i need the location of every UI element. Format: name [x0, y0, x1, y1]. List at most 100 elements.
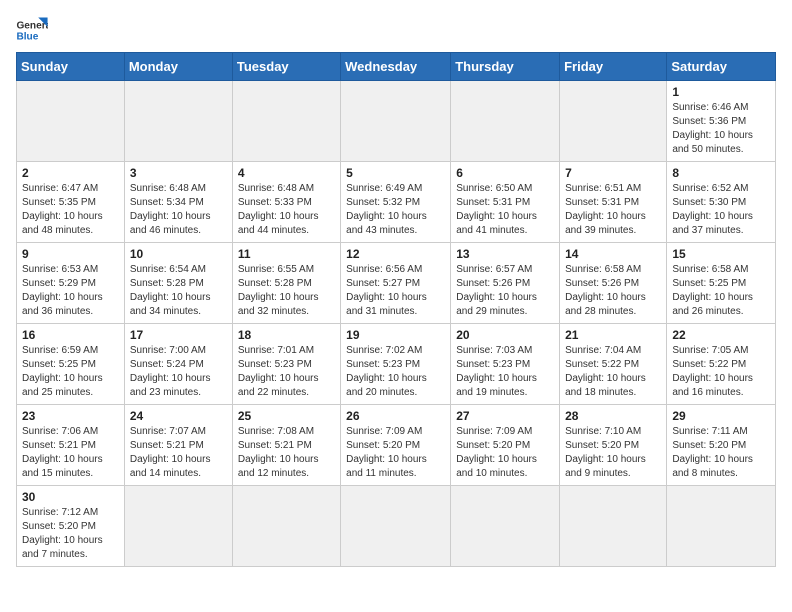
day-info: Sunrise: 7:00 AM Sunset: 5:24 PM Dayligh…: [130, 344, 228, 400]
calendar-cell: 17 Sunrise: 7:00 AM Sunset: 5:24 PM Dayli…: [124, 324, 232, 405]
calendar-cell: 30 Sunrise: 7:12 AM Sunset: 5:20 PM Dayli…: [17, 486, 125, 567]
day-info: Sunrise: 6:50 AM Sunset: 5:31 PM Dayligh…: [456, 182, 555, 238]
day-number: 30: [22, 490, 120, 504]
day-number: 17: [130, 328, 228, 342]
day-number: 1: [672, 85, 771, 99]
day-info: Sunrise: 6:52 AM Sunset: 5:30 PM Dayligh…: [672, 182, 771, 238]
column-header-wednesday: Wednesday: [341, 53, 451, 81]
day-number: 24: [130, 409, 228, 423]
calendar-cell: 25 Sunrise: 7:08 AM Sunset: 5:21 PM Dayli…: [232, 405, 340, 486]
calendar-cell: 21 Sunrise: 7:04 AM Sunset: 5:22 PM Dayli…: [560, 324, 667, 405]
calendar-week-0: 1 Sunrise: 6:46 AM Sunset: 5:36 PM Daylig…: [17, 81, 776, 162]
day-info: Sunrise: 6:48 AM Sunset: 5:33 PM Dayligh…: [238, 182, 336, 238]
calendar-cell: 2 Sunrise: 6:47 AM Sunset: 5:35 PM Daylig…: [17, 162, 125, 243]
column-header-sunday: Sunday: [17, 53, 125, 81]
calendar-cell: [124, 81, 232, 162]
calendar-cell: 28Sunrise: 7:10 AM Sunset: 5:20 PM Dayli…: [560, 405, 667, 486]
day-number: 10: [130, 247, 228, 261]
day-info: Sunrise: 6:46 AM Sunset: 5:36 PM Dayligh…: [672, 101, 771, 157]
day-number: 9: [22, 247, 120, 261]
day-info: Sunrise: 7:12 AM Sunset: 5:20 PM Dayligh…: [22, 506, 120, 562]
column-header-friday: Friday: [560, 53, 667, 81]
calendar-cell: 26Sunrise: 7:09 AM Sunset: 5:20 PM Dayli…: [341, 405, 451, 486]
column-header-tuesday: Tuesday: [232, 53, 340, 81]
day-info: Sunrise: 6:54 AM Sunset: 5:28 PM Dayligh…: [130, 263, 228, 319]
day-number: 13: [456, 247, 555, 261]
day-info: Sunrise: 7:06 AM Sunset: 5:21 PM Dayligh…: [22, 425, 120, 481]
day-number: 22: [672, 328, 771, 342]
calendar-cell: 20Sunrise: 7:03 AM Sunset: 5:23 PM Dayli…: [451, 324, 560, 405]
day-number: 29: [672, 409, 771, 423]
day-number: 3: [130, 166, 228, 180]
calendar-cell: [451, 81, 560, 162]
day-number: 14: [565, 247, 662, 261]
day-info: Sunrise: 6:57 AM Sunset: 5:26 PM Dayligh…: [456, 263, 555, 319]
day-info: Sunrise: 7:08 AM Sunset: 5:21 PM Dayligh…: [238, 425, 336, 481]
calendar-cell: 3Sunrise: 6:48 AM Sunset: 5:34 PM Daylig…: [124, 162, 232, 243]
calendar-header-row: SundayMondayTuesdayWednesdayThursdayFrid…: [17, 53, 776, 81]
calendar-cell: 6 Sunrise: 6:50 AM Sunset: 5:31 PM Daylig…: [451, 162, 560, 243]
day-number: 27: [456, 409, 555, 423]
calendar-cell: 5 Sunrise: 6:49 AM Sunset: 5:32 PM Daylig…: [341, 162, 451, 243]
calendar-cell: 18Sunrise: 7:01 AM Sunset: 5:23 PM Dayli…: [232, 324, 340, 405]
calendar-cell: [451, 486, 560, 567]
calendar-cell: 12Sunrise: 6:56 AM Sunset: 5:27 PM Dayli…: [341, 243, 451, 324]
day-info: Sunrise: 7:03 AM Sunset: 5:23 PM Dayligh…: [456, 344, 555, 400]
column-header-saturday: Saturday: [667, 53, 776, 81]
day-info: Sunrise: 6:47 AM Sunset: 5:35 PM Dayligh…: [22, 182, 120, 238]
header: General Blue: [16, 16, 776, 44]
calendar-week-3: 16Sunrise: 6:59 AM Sunset: 5:25 PM Dayli…: [17, 324, 776, 405]
calendar-cell: 8 Sunrise: 6:52 AM Sunset: 5:30 PM Daylig…: [667, 162, 776, 243]
calendar-body: 1 Sunrise: 6:46 AM Sunset: 5:36 PM Daylig…: [17, 81, 776, 567]
column-header-monday: Monday: [124, 53, 232, 81]
day-info: Sunrise: 7:01 AM Sunset: 5:23 PM Dayligh…: [238, 344, 336, 400]
day-info: Sunrise: 7:04 AM Sunset: 5:22 PM Dayligh…: [565, 344, 662, 400]
svg-text:Blue: Blue: [16, 31, 38, 42]
calendar-cell: [124, 486, 232, 567]
calendar-week-1: 2 Sunrise: 6:47 AM Sunset: 5:35 PM Daylig…: [17, 162, 776, 243]
day-number: 8: [672, 166, 771, 180]
calendar-cell: 13 Sunrise: 6:57 AM Sunset: 5:26 PM Dayli…: [451, 243, 560, 324]
day-number: 4: [238, 166, 336, 180]
day-number: 16: [22, 328, 120, 342]
day-number: 2: [22, 166, 120, 180]
day-number: 28: [565, 409, 662, 423]
calendar-cell: [341, 486, 451, 567]
day-info: Sunrise: 6:51 AM Sunset: 5:31 PM Dayligh…: [565, 182, 662, 238]
day-info: Sunrise: 6:53 AM Sunset: 5:29 PM Dayligh…: [22, 263, 120, 319]
calendar: SundayMondayTuesdayWednesdayThursdayFrid…: [16, 52, 776, 567]
calendar-cell: 27 Sunrise: 7:09 AM Sunset: 5:20 PM Dayli…: [451, 405, 560, 486]
calendar-cell: 16Sunrise: 6:59 AM Sunset: 5:25 PM Dayli…: [17, 324, 125, 405]
calendar-cell: 14 Sunrise: 6:58 AM Sunset: 5:26 PM Dayli…: [560, 243, 667, 324]
calendar-cell: 4 Sunrise: 6:48 AM Sunset: 5:33 PM Daylig…: [232, 162, 340, 243]
calendar-cell: 22 Sunrise: 7:05 AM Sunset: 5:22 PM Dayli…: [667, 324, 776, 405]
calendar-cell: [560, 486, 667, 567]
calendar-cell: [341, 81, 451, 162]
day-number: 26: [346, 409, 446, 423]
calendar-cell: 23 Sunrise: 7:06 AM Sunset: 5:21 PM Dayli…: [17, 405, 125, 486]
day-info: Sunrise: 6:58 AM Sunset: 5:25 PM Dayligh…: [672, 263, 771, 319]
calendar-cell: [560, 81, 667, 162]
day-info: Sunrise: 6:58 AM Sunset: 5:26 PM Dayligh…: [565, 263, 662, 319]
calendar-cell: 19Sunrise: 7:02 AM Sunset: 5:23 PM Dayli…: [341, 324, 451, 405]
day-number: 6: [456, 166, 555, 180]
day-number: 21: [565, 328, 662, 342]
day-number: 19: [346, 328, 446, 342]
calendar-cell: [232, 81, 340, 162]
day-info: Sunrise: 7:05 AM Sunset: 5:22 PM Dayligh…: [672, 344, 771, 400]
calendar-cell: [232, 486, 340, 567]
day-info: Sunrise: 6:55 AM Sunset: 5:28 PM Dayligh…: [238, 263, 336, 319]
day-number: 23: [22, 409, 120, 423]
day-info: Sunrise: 6:56 AM Sunset: 5:27 PM Dayligh…: [346, 263, 446, 319]
calendar-week-5: 30 Sunrise: 7:12 AM Sunset: 5:20 PM Dayli…: [17, 486, 776, 567]
day-info: Sunrise: 6:49 AM Sunset: 5:32 PM Dayligh…: [346, 182, 446, 238]
day-number: 25: [238, 409, 336, 423]
calendar-cell: 29Sunrise: 7:11 AM Sunset: 5:20 PM Dayli…: [667, 405, 776, 486]
day-info: Sunrise: 7:09 AM Sunset: 5:20 PM Dayligh…: [456, 425, 555, 481]
calendar-cell: [17, 81, 125, 162]
day-number: 15: [672, 247, 771, 261]
day-number: 5: [346, 166, 446, 180]
calendar-cell: 7Sunrise: 6:51 AM Sunset: 5:31 PM Daylig…: [560, 162, 667, 243]
calendar-cell: 9 Sunrise: 6:53 AM Sunset: 5:29 PM Daylig…: [17, 243, 125, 324]
calendar-cell: 11Sunrise: 6:55 AM Sunset: 5:28 PM Dayli…: [232, 243, 340, 324]
